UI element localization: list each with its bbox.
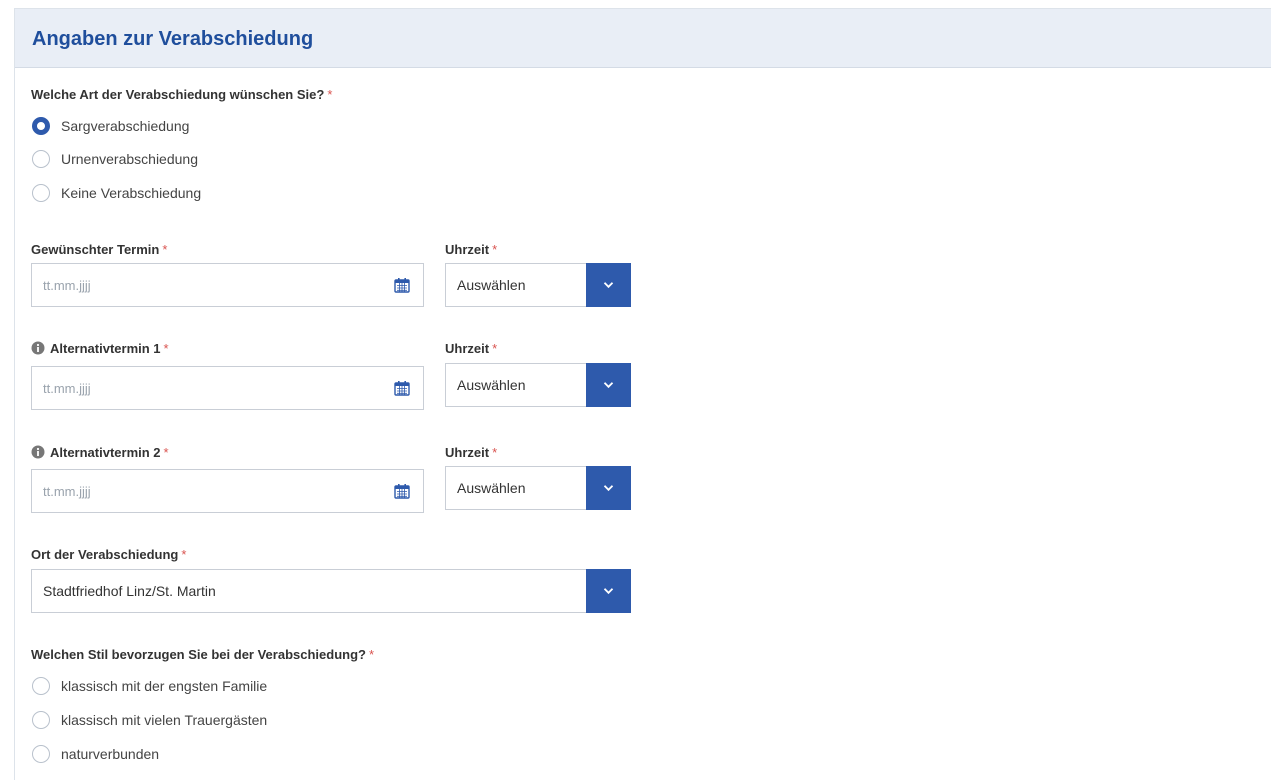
required-mark: *	[181, 547, 187, 562]
dropdown-button[interactable]	[586, 466, 631, 510]
radio-button[interactable]	[32, 677, 50, 695]
required-mark: *	[368, 647, 375, 662]
desired-date-field[interactable]	[31, 263, 424, 307]
location-label-text: Ort der Verabschiedung	[31, 547, 179, 562]
required-mark: *	[492, 341, 498, 356]
time-select-value: Auswählen	[457, 480, 526, 496]
radio-keine-verabschiedung[interactable]: Keine Verabschiedung	[32, 182, 201, 204]
radio-urnenverabschiedung[interactable]: Urnenverabschiedung	[32, 148, 198, 170]
radio-naturverbunden[interactable]: naturverbunden	[32, 743, 159, 765]
radio-label: klassisch mit vielen Trauergästen	[61, 712, 268, 728]
time-label-text: Uhrzeit	[445, 445, 490, 460]
time-select[interactable]: Auswählen	[445, 363, 631, 407]
radio-label: klassisch mit der engsten Familie	[61, 678, 268, 694]
time-label: Uhrzeit *	[445, 242, 497, 257]
time-label-text: Uhrzeit	[445, 341, 490, 356]
radio-button[interactable]	[32, 150, 50, 168]
calendar-icon[interactable]	[394, 380, 410, 396]
dropdown-button[interactable]	[586, 263, 631, 307]
style-question-text: Welchen Stil bevorzugen Sie bei der Vera…	[31, 647, 366, 662]
required-mark: *	[163, 445, 169, 460]
radio-klassisch-engste-familie[interactable]: klassisch mit der engsten Familie	[32, 675, 267, 697]
alt-date-2-input[interactable]	[32, 470, 382, 512]
time-label-text: Uhrzeit	[445, 242, 490, 257]
alt-date-2-field[interactable]	[31, 469, 424, 513]
chevron-down-icon	[603, 282, 614, 289]
radio-button[interactable]	[32, 745, 50, 763]
radio-label: Sargverabschiedung	[61, 118, 190, 134]
panel-header: Angaben zur Verabschiedung	[15, 9, 1271, 68]
section-title: Angaben zur Verabschiedung	[32, 28, 314, 50]
alt-date-2-label-text: Alternativtermin 2	[50, 445, 161, 460]
required-mark: *	[492, 242, 498, 257]
time-select[interactable]: Auswählen	[445, 263, 631, 307]
desired-date-input[interactable]	[32, 264, 382, 306]
calendar-icon[interactable]	[394, 483, 410, 499]
farewell-type-question: Welche Art der Verabschiedung wünschen S…	[31, 87, 332, 102]
alt-date-1-label-text: Alternativtermin 1	[50, 341, 161, 356]
alt-date-1-label: Alternativtermin 1 *	[31, 341, 169, 356]
dropdown-button[interactable]	[586, 569, 631, 613]
time-select-value: Auswählen	[457, 377, 526, 393]
alt-date-2-label: Alternativtermin 2 *	[31, 445, 169, 460]
info-icon[interactable]	[31, 445, 45, 459]
radio-button[interactable]	[32, 184, 50, 202]
radio-button[interactable]	[32, 711, 50, 729]
radio-label: naturverbunden	[61, 746, 160, 762]
required-mark: *	[163, 341, 169, 356]
time-label: Uhrzeit *	[445, 341, 497, 356]
time-select-value: Auswählen	[457, 277, 526, 293]
radio-klassisch-viele-trauergaeste[interactable]: klassisch mit vielen Trauergästen	[32, 709, 267, 731]
location-select-value: Stadtfriedhof Linz/St. Martin	[43, 583, 216, 599]
radio-label: Keine Verabschiedung	[61, 185, 202, 201]
radio-label: Urnenverabschiedung	[61, 151, 198, 167]
info-icon[interactable]	[31, 341, 45, 355]
required-mark: *	[492, 445, 498, 460]
chevron-down-icon	[603, 485, 614, 492]
chevron-down-icon	[603, 588, 614, 595]
style-question: Welchen Stil bevorzugen Sie bei der Vera…	[31, 647, 374, 662]
radio-sargverabschiedung[interactable]: Sargverabschiedung	[32, 115, 189, 137]
location-label: Ort der Verabschiedung *	[31, 547, 186, 562]
dropdown-button[interactable]	[586, 363, 631, 407]
time-label: Uhrzeit *	[445, 445, 497, 460]
calendar-icon[interactable]	[394, 277, 410, 293]
alt-date-1-input[interactable]	[32, 367, 382, 409]
alt-date-1-field[interactable]	[31, 366, 424, 410]
required-mark: *	[162, 242, 168, 257]
required-mark: *	[327, 87, 333, 102]
desired-date-label: Gewünschter Termin *	[31, 242, 167, 257]
location-select[interactable]: Stadtfriedhof Linz/St. Martin	[31, 569, 631, 613]
desired-date-label-text: Gewünschter Termin	[31, 242, 160, 257]
radio-button-checked[interactable]	[32, 117, 50, 135]
time-select[interactable]: Auswählen	[445, 466, 631, 510]
chevron-down-icon	[603, 382, 614, 389]
farewell-type-question-text: Welche Art der Verabschiedung wünschen S…	[31, 87, 325, 102]
